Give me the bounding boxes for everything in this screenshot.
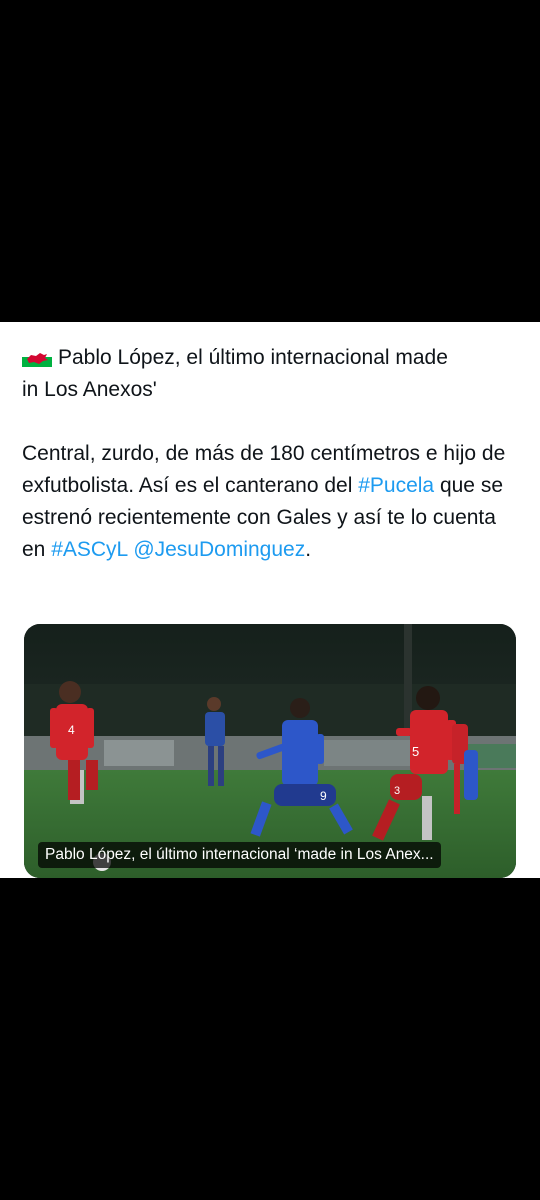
hashtag-ascyl-link[interactable]: #ASCyL (51, 538, 127, 561)
match-photo: 4 9 5 3 (24, 624, 516, 878)
player-number: 4 (68, 723, 75, 737)
media-preview[interactable]: 4 9 5 3 Pablo López, el último internaci… (24, 624, 516, 878)
tweet-headline: Pablo López, el último internacional mad… (22, 342, 522, 406)
mention-link[interactable]: @JesuDominguez (133, 538, 305, 561)
headline-line1: Pablo López, el último internacional mad… (58, 346, 448, 369)
tweet-card[interactable]: Pablo López, el último internacional mad… (0, 322, 540, 878)
bottom-black-area (0, 878, 540, 1200)
wales-flag-icon (22, 347, 52, 367)
body-end: . (305, 538, 312, 561)
headline-line2: in Los Anexos' (22, 378, 157, 401)
hashtag-pucela-link[interactable]: #Pucela (358, 474, 434, 497)
tweet-body: Central, zurdo, de más de 180 centímetro… (22, 438, 522, 566)
tweet-text: Pablo López, el último internacional mad… (22, 342, 522, 566)
player-number: 3 (394, 785, 400, 797)
player-number: 5 (412, 744, 419, 759)
player-number: 9 (320, 789, 327, 803)
top-black-area (0, 0, 540, 322)
media-caption[interactable]: Pablo López, el último internacional ‘ma… (38, 842, 441, 868)
